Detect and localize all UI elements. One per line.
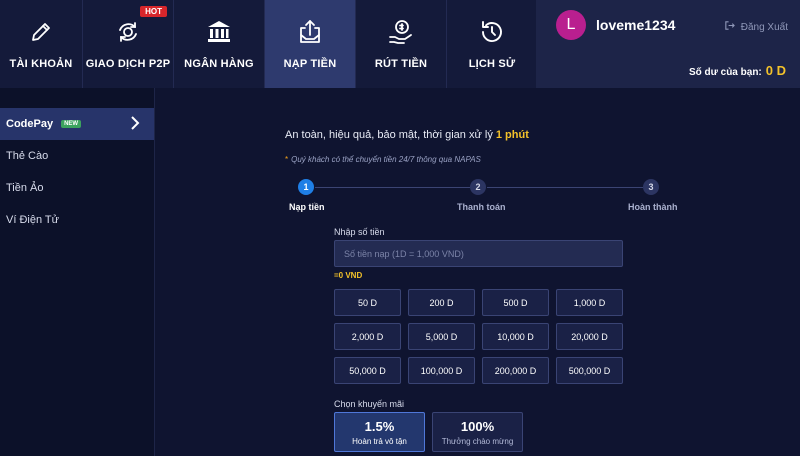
balance: Số dư của bạn: 0 D xyxy=(689,63,786,78)
step-3-label: Hoàn thành xyxy=(628,202,678,212)
deposit-panel: An toàn, hiệu quả, bảo mật, thời gian xử… xyxy=(156,88,800,456)
step-1-label: Nạp tiền xyxy=(289,202,325,212)
amount-option-button[interactable]: 50 D xyxy=(334,289,401,316)
amount-option-button[interactable]: 100,000 D xyxy=(408,357,475,384)
top-nav-bar: TÀI KHOẢN HOT GIAO DỊCH P2P NGÂN HÀNG NẠ… xyxy=(0,0,800,88)
step-connector xyxy=(315,187,470,188)
logout-icon xyxy=(724,20,735,34)
bank-icon xyxy=(205,18,233,46)
sidebar-item-codepay[interactable]: CodePay NEW xyxy=(0,108,154,140)
amount-option-button[interactable]: 200 D xyxy=(408,289,475,316)
deposit-icon xyxy=(296,18,324,46)
nav-item-bank[interactable]: NGÂN HÀNG xyxy=(174,0,265,88)
sidebar-item-label: Ví Điện Tử xyxy=(6,214,60,226)
amount-option-button[interactable]: 10,000 D xyxy=(482,323,549,350)
username: loveme1234 xyxy=(596,17,676,33)
withdraw-icon xyxy=(387,18,415,46)
nav-item-label: NGÂN HÀNG xyxy=(184,58,254,70)
step-3-indicator: 3 xyxy=(643,179,659,195)
promo-percent: 1.5% xyxy=(364,418,395,434)
amount-option-button[interactable]: 2,000 D xyxy=(334,323,401,350)
amount-option-button[interactable]: 50,000 D xyxy=(334,357,401,384)
account-panel: L loveme1234 Đăng Xuất Số dư của bạn: 0 D xyxy=(536,0,800,88)
main-nav: TÀI KHOẢN HOT GIAO DỊCH P2P NGÂN HÀNG NẠ… xyxy=(0,0,538,88)
sidebar: CodePay NEW Thẻ Cào Tiền Ảo Ví Điện Tử xyxy=(0,88,155,456)
promo-option-cashback[interactable]: 1.5% Hoàn trả vô tận xyxy=(334,412,425,452)
promo-option-welcome[interactable]: 100% Thưởng chào mừng xyxy=(432,412,523,452)
promo-description: Thưởng chào mừng xyxy=(441,436,514,446)
nav-item-deposit[interactable]: NẠP TIỀN xyxy=(265,0,356,88)
converted-amount: =0 VND xyxy=(334,271,363,280)
pencil-icon xyxy=(27,18,55,46)
sidebar-item-label: Tiền Ảo xyxy=(6,182,44,194)
logout-label: Đăng Xuất xyxy=(740,21,788,33)
headline-highlight: 1 phút xyxy=(495,129,529,141)
headline-text: An toàn, hiệu quả, bảo mật, thời gian xử… xyxy=(285,129,496,141)
nav-item-label: TÀI KHOẢN xyxy=(9,58,73,70)
amount-option-button[interactable]: 20,000 D xyxy=(556,323,623,350)
avatar[interactable]: L xyxy=(556,10,586,40)
promo-label: Chọn khuyến mãi xyxy=(334,399,405,409)
promo-description: Hoàn trả vô tận xyxy=(352,436,407,446)
promo-percent: 100% xyxy=(460,418,495,434)
nav-item-withdraw[interactable]: RÚT TIỀN xyxy=(356,0,447,88)
sidebar-item-card[interactable]: Thẻ Cào xyxy=(0,140,154,172)
note-text: Quý khách có thể chuyển tiền 24/7 thông … xyxy=(291,155,481,164)
amount-label: Nhập số tiền xyxy=(334,227,385,237)
new-badge: NEW xyxy=(61,120,82,128)
nav-item-label: NẠP TIỀN xyxy=(283,58,337,70)
step-1-indicator: 1 xyxy=(298,179,314,195)
amount-option-button[interactable]: 500,000 D xyxy=(556,357,623,384)
sidebar-item-crypto[interactable]: Tiền Ảo xyxy=(0,172,154,204)
sidebar-item-label: Thẻ Cào xyxy=(6,150,49,162)
chevron-right-icon xyxy=(130,116,140,133)
balance-label: Số dư của bạn: xyxy=(688,67,762,78)
amount-input[interactable] xyxy=(334,240,623,267)
nav-item-history[interactable]: LỊCH SỬ xyxy=(447,0,538,88)
napas-note: * Quý khách có thể chuyển tiền 24/7 thông… xyxy=(285,155,481,164)
amount-option-button[interactable]: 200,000 D xyxy=(482,357,549,384)
nav-item-account[interactable]: TÀI KHOẢN xyxy=(0,0,83,88)
nav-item-label: LỊCH SỬ xyxy=(468,58,516,70)
nav-item-label: GIAO DỊCH P2P xyxy=(85,58,171,70)
logout-button[interactable]: Đăng Xuất xyxy=(724,20,788,34)
amount-option-button[interactable]: 1,000 D xyxy=(556,289,623,316)
step-2-label: Thanh toán xyxy=(457,202,506,212)
sidebar-item-label: CodePay xyxy=(6,118,54,130)
history-icon xyxy=(478,18,506,46)
hot-badge: HOT xyxy=(140,6,167,17)
amount-options: 50 D 200 D 500 D 1,000 D 2,000 D 5,000 D… xyxy=(334,289,624,384)
nav-item-label: RÚT TIỀN xyxy=(374,58,428,70)
headline: An toàn, hiệu quả, bảo mật, thời gian xử… xyxy=(285,129,529,141)
note-star: * xyxy=(285,155,289,164)
amount-option-button[interactable]: 500 D xyxy=(482,289,549,316)
step-2-indicator: 2 xyxy=(470,179,486,195)
balance-value: 0 D xyxy=(765,63,786,78)
amount-option-button[interactable]: 5,000 D xyxy=(408,323,475,350)
sidebar-item-ewallet[interactable]: Ví Điện Tử xyxy=(0,204,154,236)
exchange-icon xyxy=(114,18,142,46)
step-connector xyxy=(487,187,643,188)
nav-item-p2p[interactable]: HOT GIAO DỊCH P2P xyxy=(83,0,174,88)
